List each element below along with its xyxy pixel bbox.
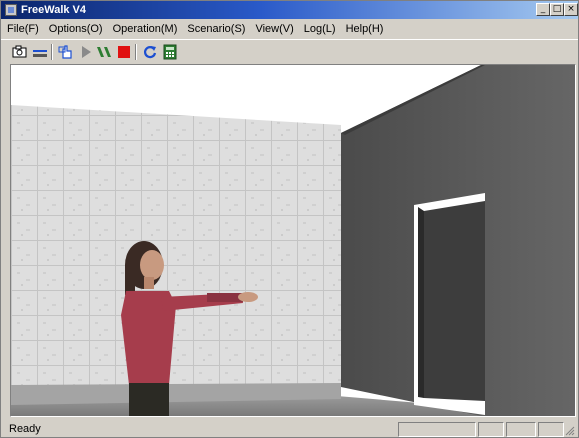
tiled-wall xyxy=(11,105,341,385)
app-icon[interactable] xyxy=(5,4,17,16)
stop-button[interactable] xyxy=(115,43,133,61)
app-window: FreeWalk V4 _ □ × File(F) Options(O) Ope… xyxy=(0,0,579,438)
camera-icon xyxy=(12,45,27,58)
minimize-button[interactable]: _ xyxy=(536,3,550,16)
status-pane xyxy=(538,422,564,437)
play-button[interactable] xyxy=(77,43,95,61)
stop-icon xyxy=(118,46,130,58)
layers-button[interactable] xyxy=(31,43,49,61)
status-bar: Ready xyxy=(1,420,578,438)
menu-view[interactable]: View(V) xyxy=(255,23,293,35)
maximize-button[interactable]: □ xyxy=(550,3,564,16)
refresh-icon xyxy=(143,46,157,59)
close-button[interactable]: × xyxy=(564,3,578,16)
camera-button[interactable] xyxy=(11,43,29,61)
fast-forward-icon xyxy=(97,47,111,57)
status-pane xyxy=(506,422,536,437)
menu-operation[interactable]: Operation(M) xyxy=(113,23,178,35)
title-bar[interactable]: FreeWalk V4 _ □ × xyxy=(1,1,578,19)
calculator-icon xyxy=(163,44,177,60)
menu-file[interactable]: File(F) xyxy=(7,23,39,35)
layers-icon xyxy=(33,50,47,57)
menu-help[interactable]: Help(H) xyxy=(346,23,384,35)
menu-options[interactable]: Options(O) xyxy=(49,23,103,35)
window-title: FreeWalk V4 xyxy=(21,4,87,16)
simulation-viewport[interactable] xyxy=(10,64,576,417)
refresh-button[interactable] xyxy=(141,43,159,61)
scene-render xyxy=(11,65,575,416)
open-door xyxy=(424,201,485,401)
play-icon xyxy=(82,46,91,58)
status-pane xyxy=(478,422,504,437)
status-pane xyxy=(398,422,476,437)
hand-pointer-icon xyxy=(58,45,72,59)
toolbar-separator xyxy=(135,44,137,60)
toolbar xyxy=(1,39,578,63)
menu-scenario[interactable]: Scenario(S) xyxy=(187,23,245,35)
menu-bar: File(F) Options(O) Operation(M) Scenario… xyxy=(1,20,578,38)
hand-pointer-button[interactable] xyxy=(57,43,75,61)
menu-log[interactable]: Log(L) xyxy=(304,23,336,35)
calculator-button[interactable] xyxy=(161,43,179,61)
status-text: Ready xyxy=(9,423,41,435)
fast-forward-button[interactable] xyxy=(95,43,113,61)
toolbar-separator xyxy=(51,44,53,60)
resize-grip-icon[interactable] xyxy=(565,426,575,436)
door-edge xyxy=(418,207,424,398)
